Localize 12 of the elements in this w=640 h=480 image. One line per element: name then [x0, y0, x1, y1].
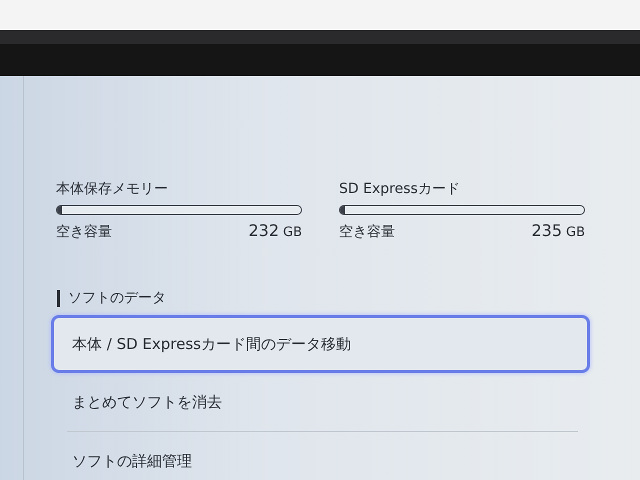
free-space-value: 232 [248, 221, 279, 240]
storage-name: 本体保存メモリー [56, 180, 169, 198]
menu-item[interactable]: 本体 / SD Expressカード間のデータ移動 [51, 315, 590, 373]
menu-item[interactable]: まとめてソフトを消去 [51, 373, 590, 431]
menu-item[interactable]: ソフトの詳細管理 [51, 432, 590, 480]
section-title: ソフトのデータ [68, 289, 166, 307]
free-space-label: 空き容量 [56, 223, 112, 241]
free-space-unit: GB [283, 225, 302, 240]
free-space-value: 235 [531, 221, 562, 240]
free-space-unit: GB [566, 225, 585, 240]
storage-name: SD Expressカード [339, 180, 461, 198]
free-space-label: 空き容量 [339, 223, 395, 241]
